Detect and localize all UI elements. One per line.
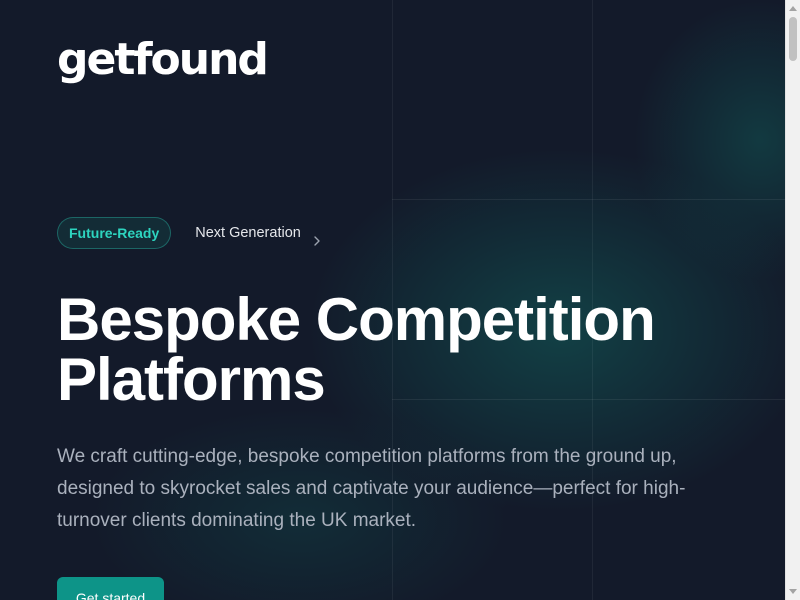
get-started-button[interactable]: Get started [57,577,164,600]
announcement-bar: Future-Ready Next Generation [57,217,323,249]
page-title-line: Bespoke Competition [57,286,656,353]
status-badge: Future-Ready [57,217,172,249]
announcement-link[interactable]: Next Generation [195,217,323,249]
announcement-link-label: Next Generation [195,225,301,241]
scroll-up-arrow-icon[interactable] [789,6,797,11]
vertical-scrollbar[interactable] [785,0,800,600]
page-title: Bespoke Competition Platforms [57,290,737,410]
scrollbar-thumb[interactable] [789,17,797,61]
logo[interactable]: getfound [57,34,269,86]
hero-description: We craft cutting-edge, bespoke competiti… [57,446,686,531]
page-title-line: Platforms [57,346,326,413]
background-gridline [392,199,785,200]
scroll-down-arrow-icon[interactable] [789,589,797,594]
chevron-right-icon [311,227,323,246]
landing-page: getfound Future-Ready Next Generation Be… [0,0,785,600]
